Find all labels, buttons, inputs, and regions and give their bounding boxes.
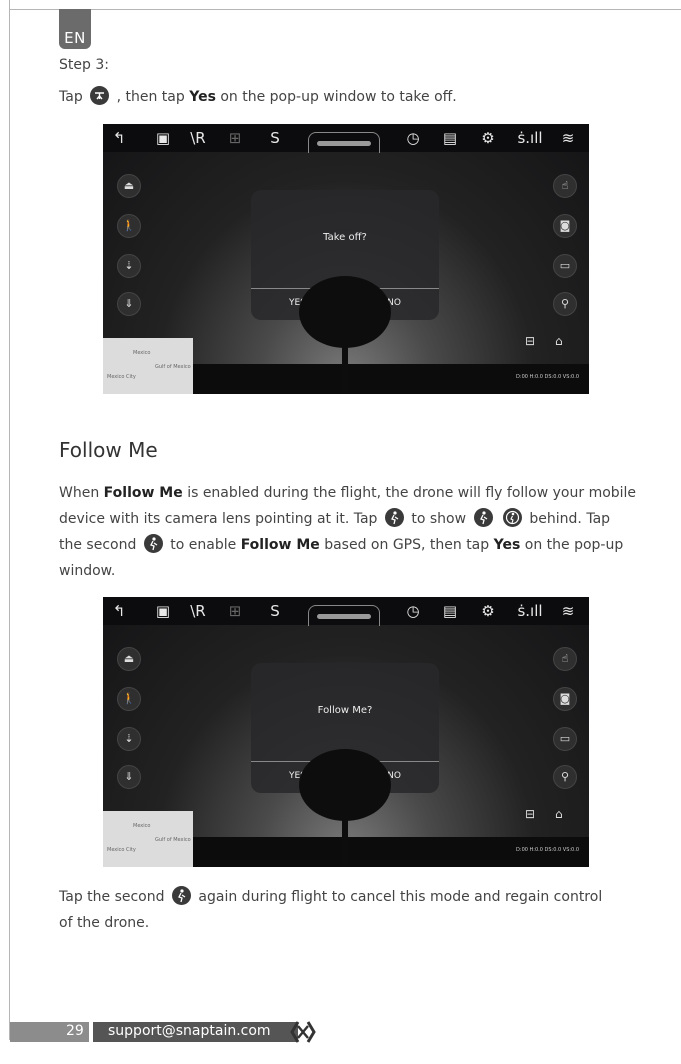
support-email: support@snaptain.com (108, 1023, 271, 1039)
yes-term: Yes (189, 89, 216, 105)
page-border-left (9, 0, 10, 1040)
mini-map: Mexico Mexico City Gulf of Mexico (103, 338, 193, 394)
pull-tab (308, 605, 380, 626)
text: behind. Tap (529, 511, 611, 527)
text: the second (59, 537, 137, 553)
wifi-icon: ≋ (561, 602, 575, 620)
step-title: Step 3: (59, 57, 109, 73)
text: is enabled during the flight, the drone … (187, 485, 637, 501)
text: When (59, 485, 100, 501)
step3-instruction: Tap , then tap Yes on the pop-up window … (59, 84, 457, 110)
rotate-icon: S (270, 602, 280, 620)
map-label: Gulf of Mexico (155, 364, 191, 370)
telemetry-readout: D:00 H:0.0 DS:0.0 VS:0.0 (516, 374, 579, 380)
map-label: Mexico City (107, 847, 136, 853)
gallery-icon: ▣ (155, 129, 171, 147)
gesture-button: ☝ (553, 174, 577, 198)
language-label: EN (64, 29, 86, 47)
text: on the pop-up window to take off. (220, 89, 457, 105)
map-label: Mexico (133, 823, 151, 829)
text: to enable (170, 537, 237, 553)
camera-button: ◙ (553, 687, 577, 711)
text: on the pop-up (524, 537, 624, 553)
vr-icon: \R (190, 129, 206, 147)
text: Tap the second (59, 889, 165, 905)
wifi-icon: ≋ (561, 129, 575, 147)
flip-icon: ◷ (406, 129, 420, 147)
telemetry-readout: D:00 H:0.0 DS:0.0 VS:0.0 (516, 847, 579, 853)
settings-card-icon: ▤ (442, 602, 458, 620)
text: again during flight to cancel this mode … (198, 889, 603, 905)
dialog-question: Take off? (323, 232, 367, 243)
gps-follow-icon (502, 508, 522, 527)
settings-card-icon: ▤ (442, 129, 458, 147)
tree-silhouette (299, 276, 391, 394)
mic-button: ⚲ (553, 292, 577, 316)
cancel-paragraph: Tap the second again during flight to ca… (59, 884, 602, 936)
app-top-bar: ↰ ▣ \R ⊞ S ◷ ▤ ⚙ ṡ.ıll ≋ (103, 597, 589, 626)
text: of the drone. (59, 915, 150, 931)
text: based on GPS, then tap (324, 537, 490, 553)
map-label: Mexico City (107, 374, 136, 380)
video-button: ▭ (553, 727, 577, 751)
app-screenshot-follow-me: ↰ ▣ \R ⊞ S ◷ ▤ ⚙ ṡ.ıll ≋ ⏏ 🚶 ⇣ ⇓ ☝ ◙ ▭ ⚲… (103, 597, 589, 867)
follow-me-button: 🚶 (117, 214, 141, 238)
map-label: Gulf of Mexico (155, 837, 191, 843)
land-button: ⇓ (117, 292, 141, 316)
mini-map: Mexico Mexico City Gulf of Mexico (103, 811, 193, 867)
gear-icon: ⚙ (481, 129, 495, 147)
robot-icon: ⊟ (525, 807, 536, 821)
land-button: ⇓ (117, 765, 141, 789)
gear-icon: ⚙ (481, 602, 495, 620)
takeoff-button: ⏏ (117, 174, 141, 198)
video-button: ▭ (553, 254, 577, 278)
takeoff-button: ⏏ (117, 647, 141, 671)
text: , then tap (116, 89, 185, 105)
text: device with its camera lens pointing at … (59, 511, 378, 527)
gamepad-icon: ⊞ (228, 129, 242, 147)
section-title: Follow Me (59, 438, 158, 462)
mic-button: ⚲ (553, 765, 577, 789)
language-tab: EN (59, 9, 91, 49)
flip-icon: ◷ (406, 602, 420, 620)
back-icon: ↰ (112, 129, 126, 147)
rotate-icon: S (270, 129, 280, 147)
text: Tap (59, 89, 83, 105)
text: to show (411, 511, 467, 527)
follow-icon (473, 508, 493, 527)
dialog-question: Follow Me? (317, 705, 373, 716)
waypoint-button: ⇣ (117, 254, 141, 278)
back-icon: ↰ (112, 602, 126, 620)
gesture-button: ☝ (553, 647, 577, 671)
snaptain-logo-icon (290, 1021, 316, 1043)
page-number: 29 (66, 1023, 84, 1039)
robot-icon: ⊟ (525, 334, 536, 348)
tree-silhouette (299, 749, 391, 867)
takeoff-icon (90, 86, 110, 105)
follow-me-button: 🚶 (117, 687, 141, 711)
drone-icon: ⌂ (555, 334, 563, 348)
app-top-bar: ↰ ▣ \R ⊞ S ◷ ▤ ⚙ ṡ.ıll ≋ (103, 124, 589, 153)
text: window. (59, 563, 116, 579)
follow-icon (384, 508, 404, 527)
pull-tab (308, 132, 380, 153)
vr-icon: \R (190, 602, 206, 620)
follow-me-paragraph: When Follow Me is enabled during the fli… (59, 480, 636, 584)
follow-me-term: Follow Me (103, 485, 183, 501)
waypoint-button: ⇣ (117, 727, 141, 751)
map-label: Mexico (133, 350, 151, 356)
drone-icon: ⌂ (555, 807, 563, 821)
follow-icon (143, 534, 163, 553)
yes-term: Yes (493, 537, 521, 553)
follow-icon (171, 886, 191, 905)
app-screenshot-takeoff: ↰ ▣ \R ⊞ S ◷ ▤ ⚙ ṡ.ıll ≋ ⏏ 🚶 ⇣ ⇓ ☝ ◙ ▭ ⚲… (103, 124, 589, 394)
gamepad-icon: ⊞ (228, 602, 242, 620)
page-border-top (9, 9, 681, 10)
camera-button: ◙ (553, 214, 577, 238)
signal-icon: ṡ.ıll (517, 602, 543, 620)
gallery-icon: ▣ (155, 602, 171, 620)
signal-icon: ṡ.ıll (517, 129, 543, 147)
follow-me-term: Follow Me (240, 537, 320, 553)
